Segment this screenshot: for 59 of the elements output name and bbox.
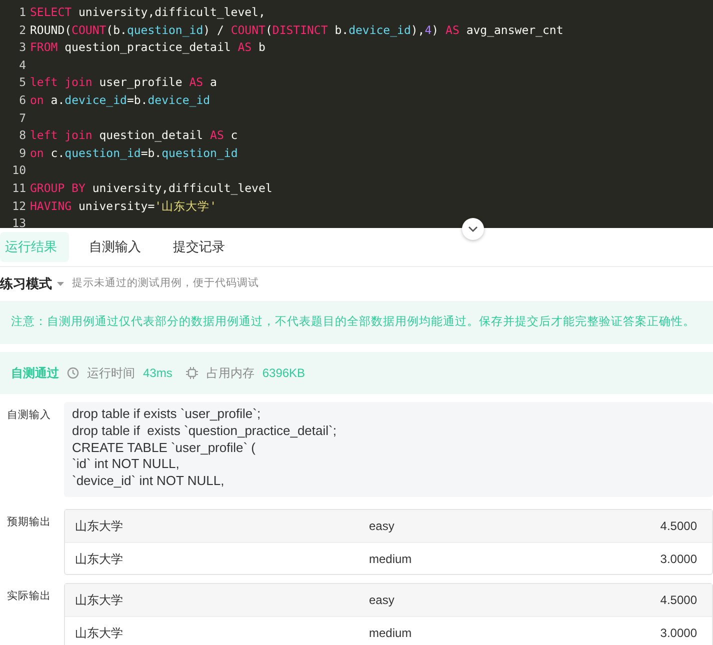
code-line: left join question_detail AS c [30,127,238,144]
line-number: 8 [18,127,27,144]
line-number: 10 [11,162,27,180]
line-number: 6 [18,92,27,109]
table-cell-text: 山东大学 [75,518,124,536]
field-label: 预期输出 [6,515,52,530]
memory-label: 占用内存 [206,365,254,382]
table-cell-text: 山东大学 [75,550,124,568]
time-label: 运行时间 [87,365,135,382]
line-number: 9 [18,144,27,162]
line-number: 1 [18,4,27,21]
input-line: `id` int NOT NULL, [72,456,180,474]
code-line: on c.question_id=b.question_id [30,144,238,162]
clock-icon [67,367,79,380]
input-line: CREATE TABLE `user_profile` ( [72,440,256,456]
line-number: 4 [18,56,27,74]
table-cell-text: 3.0000 [660,550,697,568]
line-number: 7 [18,110,27,127]
memory-value: 6396KB [262,365,306,382]
input-box[interactable]: drop table if exists `user_profile`; drop table if exists `question_practice_detail`; CREATE TABLE `user_profile` ( `id` int NOT NULL, `device_id` int NOT NULL, [64,402,713,498]
code-line: SELECT university,difficult_level, [30,4,266,21]
line-number: 11 [11,180,27,197]
code-line: FROM question_practice_detail AS b [30,39,266,56]
table-cell-text: 山东大学 [75,624,124,642]
table-cell-text: 3.0000 [660,624,697,642]
result-tab[interactable]: 提交记录 [161,232,237,262]
line-number: 5 [18,74,27,92]
line-number: 13 [11,215,27,228]
input-line: drop table if exists `question_practice_detail`; [72,422,338,440]
line-number: 3 [18,39,27,56]
input-line: drop table if exists `user_profile`; [72,406,262,423]
collapse-button[interactable] [462,218,484,240]
table-cell-text: easy [369,592,396,610]
code-line: ROUND(COUNT(b.question_id) / COUNT(DISTINCT b.device_id),4) AS avg_answer_cnt [30,22,564,39]
time-value: 43ms [143,365,172,382]
mode-dropdown[interactable]: 练习模式 [0,274,52,294]
chevron-down-icon [468,226,478,232]
table-cell-text: 4.5000 [660,592,697,610]
code-line: left join user_profile AS a [30,74,217,92]
table-cell-text: medium [369,550,413,568]
code-line: HAVING university='山东大学' [30,198,216,215]
result-status: 自测通过 [11,365,59,382]
table-cell-text: medium [369,624,413,642]
table-cell-text: easy [369,518,396,536]
caret-icon[interactable] [57,282,64,286]
table-cell-text: 4.5000 [660,518,697,536]
line-number: 12 [11,198,27,215]
chip-icon [186,367,198,380]
code-line: on a.device_id=b.device_id [30,92,210,109]
field-label: 自测输入 [6,408,52,424]
line-number: 2 [18,22,27,39]
code-editor[interactable] [0,0,713,228]
notice-banner: 注意：自测用例通过仅代表部分的数据用例通过，不代表题目的全部数据用例均能通过。保存并提交后才能完整验证答案正确性。 [0,301,713,344]
table-cell-text: 山东大学 [75,592,124,610]
input-line: `device_id` int NOT NULL, [72,473,226,490]
field-label: 实际输出 [6,589,52,604]
code-line: GROUP BY university,difficult_level [30,180,272,197]
mode-hint: 提示未通过的测试用例，便于代码调试 [72,276,259,292]
result-tab[interactable]: 自测输入 [77,232,153,262]
